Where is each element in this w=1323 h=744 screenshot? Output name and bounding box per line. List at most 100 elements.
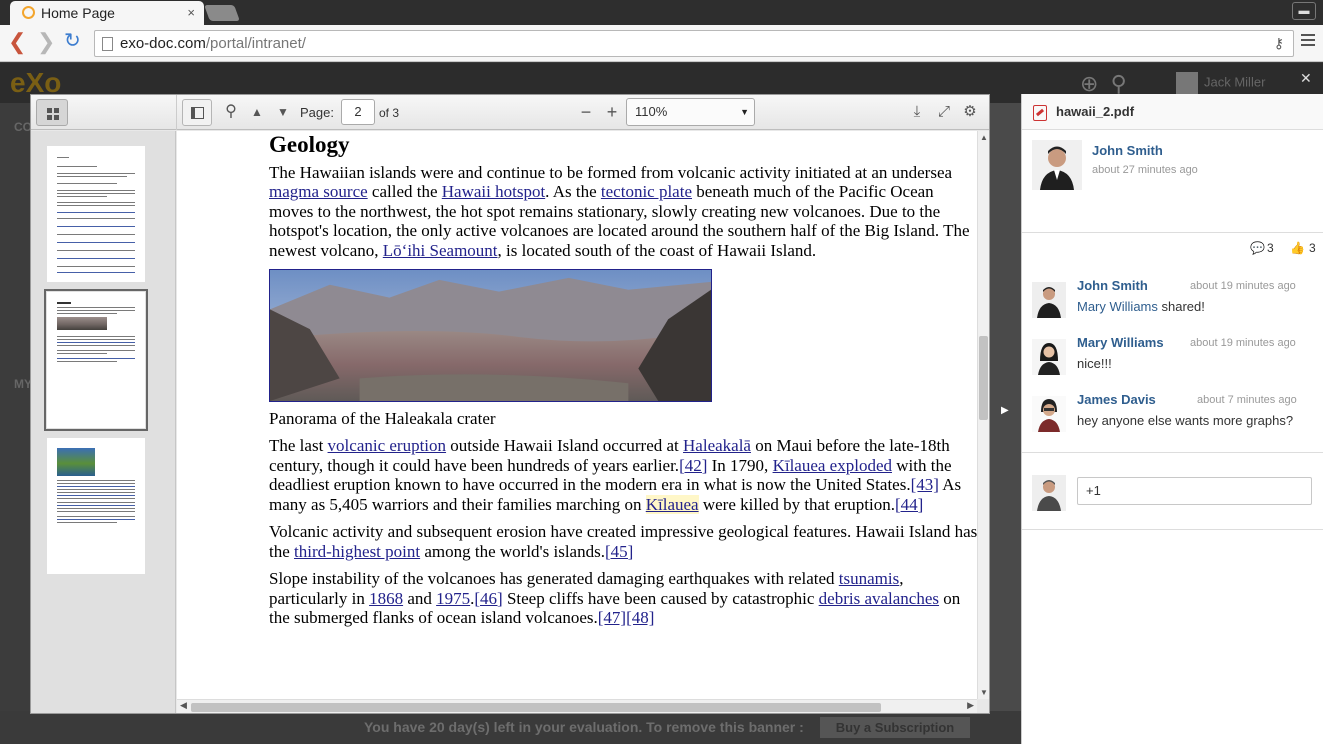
panel-header: hawaii_2.pdf — [1022, 94, 1323, 130]
browser-toolbar: ❮ ❯ ↻ exo-doc.com/portal/intranet/ ⚷ — [0, 25, 1323, 62]
search-icon[interactable]: ⚲ — [220, 99, 242, 126]
comment-author[interactable]: John Smith — [1077, 278, 1148, 293]
link-haleakala[interactable]: Haleakalā — [683, 436, 751, 455]
document-content: Geology The Hawaiian islands were and co… — [269, 131, 977, 636]
thumbnails-toggle-icon[interactable] — [36, 99, 68, 126]
portal-user-name: Jack Miller — [1204, 74, 1266, 90]
section-heading: Geology — [269, 132, 350, 157]
new-tab-button[interactable] — [204, 5, 240, 21]
avatar[interactable] — [1032, 282, 1066, 318]
collapse-panel-icon[interactable]: ▶ — [1001, 405, 1009, 416]
text: The last — [269, 436, 328, 455]
text: Slope instability of the volcanoes has g… — [269, 569, 839, 588]
comment-text: Mary Williams shared! — [1077, 299, 1205, 314]
mention-link[interactable]: Mary Williams — [1077, 299, 1158, 314]
avatar[interactable] — [1032, 140, 1082, 190]
text: The Hawaiian islands were and continue t… — [269, 162, 953, 182]
comment-author[interactable]: Mary Williams — [1077, 335, 1164, 350]
comment-text-body: shared! — [1157, 299, 1205, 314]
author-time: about 27 minutes ago — [1092, 164, 1198, 176]
reply-box: +1 — [1022, 453, 1323, 530]
text: . As the — [545, 182, 601, 201]
menu-icon[interactable] — [1301, 34, 1315, 49]
browser-tab[interactable]: Home Page × — [10, 1, 204, 25]
sidebar-toggle-icon[interactable] — [182, 99, 212, 126]
pdf-file-icon — [1033, 105, 1047, 121]
paragraph-3: Volcanic activity and subsequent erosion… — [269, 522, 977, 561]
link-ref-42[interactable]: [42] — [679, 456, 707, 475]
comment-icon[interactable]: 💬 — [1250, 241, 1265, 255]
settings-gear-icon[interactable]: ⚙ — [960, 99, 980, 126]
loading-icon — [22, 6, 35, 19]
horizontal-scrollbar[interactable]: ◀ ▶ — [177, 699, 977, 713]
fullscreen-icon[interactable]: ⤢ — [934, 99, 954, 126]
comment-count: 3 — [1267, 241, 1274, 255]
comment-author[interactable]: James Davis — [1077, 392, 1156, 407]
vertical-scrollbar[interactable]: ▲ ▼ — [977, 131, 989, 699]
link-ref-46[interactable]: [46] — [474, 589, 502, 608]
comment-time: about 19 minutes ago — [1190, 337, 1296, 349]
url-text: exo-doc.com/portal/intranet/ — [120, 35, 306, 52]
link-volcanic-eruption[interactable]: volcanic eruption — [328, 436, 447, 455]
file-name: hawaii_2.pdf — [1056, 104, 1135, 119]
author-name[interactable]: John Smith — [1092, 143, 1163, 158]
image-caption: Panorama of the Haleakala crater — [269, 408, 496, 428]
page-number-input[interactable]: 2 — [341, 99, 375, 125]
link-ref-47[interactable]: [47] — [598, 608, 626, 627]
overlay-close-icon[interactable]: ✕ — [1300, 70, 1312, 87]
comment-input[interactable]: +1 — [1077, 477, 1312, 505]
next-page-icon[interactable]: ▼ — [273, 99, 293, 126]
link-ref-45[interactable]: [45] — [605, 542, 633, 561]
zoom-select[interactable]: 110% ▼ — [626, 98, 755, 126]
text: outside Hawaii Island occurred at — [446, 436, 684, 455]
url-path: /portal/intranet/ — [205, 35, 306, 52]
banner-text: You have 20 day(s) left in your evaluati… — [364, 719, 804, 735]
link-tsunamis[interactable]: tsunamis — [839, 569, 899, 588]
vertical-scroll-thumb[interactable] — [979, 336, 988, 420]
address-bar[interactable]: exo-doc.com/portal/intranet/ ⚷ — [94, 30, 1294, 57]
link-kilauea-exploded[interactable]: Kīlauea exploded — [773, 456, 892, 475]
scroll-down-icon[interactable]: ▼ — [980, 688, 988, 697]
horizontal-scroll-thumb[interactable] — [191, 703, 881, 712]
key-icon[interactable]: ⚷ — [1274, 35, 1284, 52]
link-third-highest-point[interactable]: third-highest point — [294, 542, 420, 561]
previous-page-icon[interactable]: ▲ — [247, 99, 267, 126]
link-ref-44[interactable]: [44] — [895, 495, 923, 514]
activity-stats: 💬 3 👍 3 — [1022, 233, 1323, 263]
tab-close-icon[interactable]: × — [187, 5, 195, 20]
link-ref-48[interactable]: [48] — [626, 608, 654, 627]
forward-arrow-icon[interactable]: ❯ — [37, 31, 55, 53]
page-thumbnail-2[interactable] — [44, 289, 148, 431]
zoom-in-icon[interactable]: + — [602, 99, 622, 126]
paragraph-2: The last volcanic eruption outside Hawai… — [269, 436, 977, 514]
link-debris-avalanches[interactable]: debris avalanches — [819, 589, 939, 608]
text: In 1790, — [707, 455, 773, 475]
back-arrow-icon[interactable]: ❮ — [8, 31, 26, 53]
avatar[interactable] — [1032, 396, 1066, 432]
text: , is located south of the coast of Hawai… — [497, 240, 817, 260]
scroll-left-icon[interactable]: ◀ — [180, 700, 187, 711]
page-thumbnail-1[interactable] — [47, 146, 145, 282]
link-tectonic-plate[interactable]: tectonic plate — [601, 182, 692, 201]
comment-text: hey anyone else wants more graphs? — [1077, 413, 1294, 428]
scroll-up-icon[interactable]: ▲ — [980, 133, 988, 142]
link-1975[interactable]: 1975 — [436, 589, 470, 608]
reload-icon[interactable]: ↻ — [64, 30, 81, 52]
zoom-out-icon[interactable]: − — [576, 99, 596, 126]
link-hawaii-hotspot[interactable]: Hawaii hotspot — [442, 182, 545, 201]
link-magma-source[interactable]: magma source — [269, 182, 368, 201]
scroll-right-icon[interactable]: ▶ — [967, 700, 974, 711]
link-1868[interactable]: 1868 — [369, 589, 403, 608]
buy-subscription-button[interactable]: Buy a Subscription — [820, 717, 970, 738]
download-icon[interactable]: ⤓ — [907, 99, 927, 126]
like-icon[interactable]: 👍 — [1290, 241, 1305, 255]
comment-text: nice!!! — [1077, 356, 1112, 371]
portal-user: Jack Miller — [1176, 72, 1265, 94]
page-thumbnail-3[interactable] — [47, 438, 145, 574]
avatar[interactable] — [1032, 339, 1066, 375]
profile-icon[interactable]: ▬ — [1292, 2, 1316, 20]
text: among the world's islands. — [420, 541, 605, 561]
link-kilauea[interactable]: Kīlauea — [645, 494, 699, 514]
link-loihi-seamount[interactable]: Lōʻihi Seamount — [383, 241, 498, 260]
link-ref-43[interactable]: [43] — [911, 475, 939, 494]
